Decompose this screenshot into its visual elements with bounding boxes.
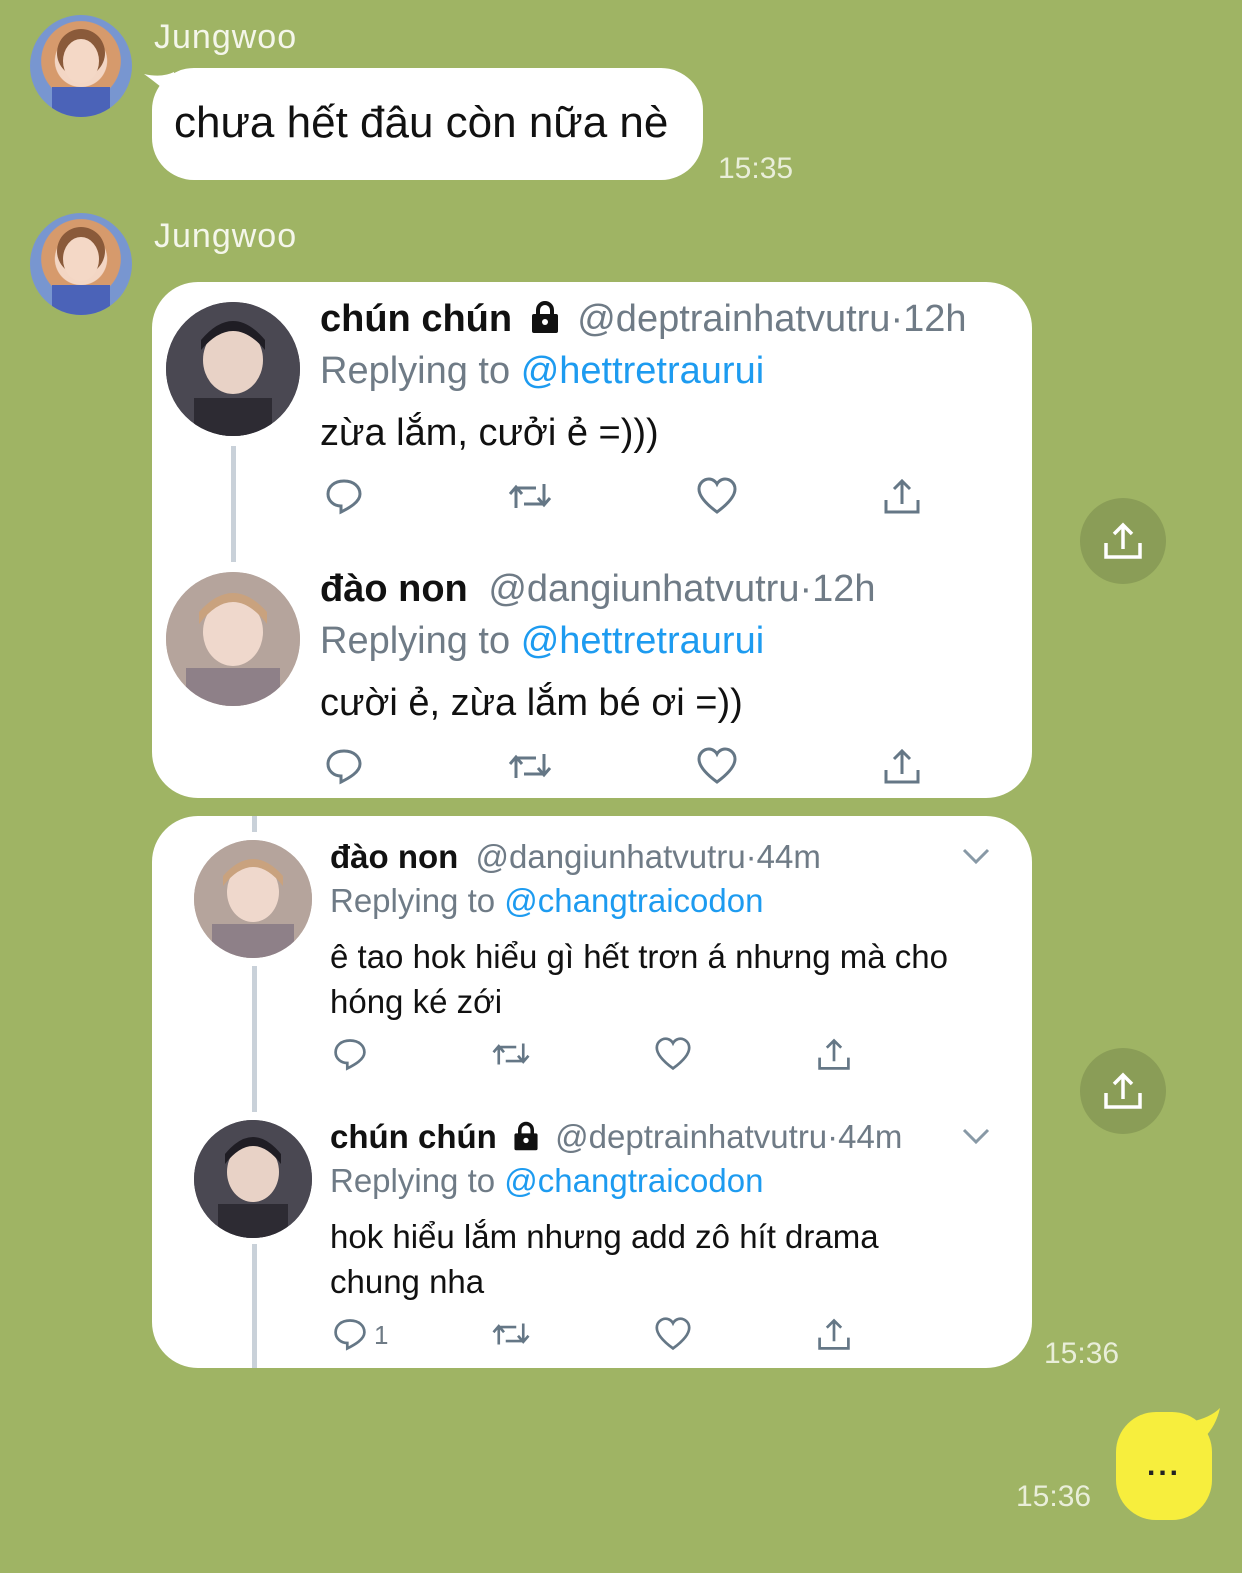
share-icon[interactable] (816, 1036, 852, 1072)
retweet-icon[interactable] (506, 476, 554, 516)
separator: · (827, 1118, 839, 1155)
own-message-bubble[interactable]: ... (1116, 1412, 1212, 1520)
replying-to: Replying to @hettretraurui (320, 350, 764, 393)
message-bubble[interactable]: chưa hết đâu còn nữa nè (152, 68, 703, 180)
tweet-author-name[interactable]: chún chún (320, 298, 512, 340)
replying-label: Replying to (330, 882, 496, 919)
share-icon[interactable] (882, 476, 922, 516)
tweet-header: chún chún @deptrainhatvutru·44m (330, 1118, 902, 1156)
tweet-handle[interactable]: @dangiunhatvutru (488, 568, 799, 610)
lock-icon (510, 1120, 542, 1152)
tweet-author-name[interactable]: đào non (330, 838, 458, 875)
tweet-age: 12h (812, 568, 876, 610)
separator: · (799, 568, 813, 610)
heart-icon[interactable] (696, 476, 738, 516)
thread-line (231, 446, 236, 562)
mention-link[interactable]: @changtraicodon (504, 1162, 763, 1199)
message-timestamp: 15:36 (1016, 1480, 1092, 1513)
share-icon[interactable] (882, 746, 922, 786)
reply-icon[interactable] (324, 476, 364, 516)
tweet-text: cười ẻ, zừa lắm bé ơi =)) (320, 682, 743, 724)
mention-link[interactable]: @hettretraurui (521, 350, 764, 392)
tweet-age: 44m (756, 838, 821, 875)
separator: · (745, 838, 757, 875)
replying-to: Replying to @changtraicodon (330, 882, 763, 920)
tweet-avatar[interactable] (194, 1120, 312, 1238)
tweet-actions (320, 746, 940, 790)
thread-line (252, 1244, 257, 1368)
typing-dots: ... (1146, 1449, 1181, 1482)
share-icon (1101, 519, 1145, 563)
reply-icon[interactable] (332, 1316, 368, 1352)
message-text: chưa hết đâu còn nữa nè (174, 98, 669, 147)
tweet-header: đào non @dangiunhatvutru·44m (330, 838, 821, 876)
tweet-age: 44m (838, 1118, 903, 1155)
heart-icon[interactable] (696, 746, 738, 786)
tweet-handle[interactable]: @deptrainhatvutru (555, 1118, 827, 1155)
tweet-text: ê tao hok hiểu gì hết trơn á nhưng mà ch… (330, 934, 948, 1024)
replying-label: Replying to (320, 350, 511, 392)
tweet-actions: 1 (330, 1316, 870, 1356)
tweet-screenshot-card[interactable]: chún chún @deptrainhatvutru·12h Replying… (152, 282, 1032, 798)
sender-name: Jungwoo (154, 18, 298, 56)
sender-avatar[interactable] (30, 15, 132, 117)
sender-name: Jungwoo (154, 217, 298, 255)
tweet-handle[interactable]: @dangiunhatvutru (475, 838, 745, 875)
retweet-icon[interactable] (490, 1316, 532, 1352)
tweet-text-line: chung nha (330, 1263, 485, 1300)
separator: · (890, 298, 904, 340)
tweet-age: 12h (903, 298, 967, 340)
tweet-handle[interactable]: @deptrainhatvutru (577, 298, 890, 340)
chevron-down-icon[interactable] (960, 1124, 992, 1148)
thread-line (252, 966, 257, 1112)
replying-to: Replying to @hettretraurui (320, 620, 764, 663)
lock-icon (527, 299, 563, 335)
mention-link[interactable]: @hettretraurui (521, 620, 764, 662)
forward-share-button[interactable] (1080, 498, 1166, 584)
sender-avatar[interactable] (30, 213, 132, 315)
tweet-avatar[interactable] (194, 840, 312, 958)
heart-icon[interactable] (654, 1316, 692, 1352)
tweet-screenshot-card[interactable]: đào non @dangiunhatvutru·44m Replying to… (152, 816, 1032, 1368)
heart-icon[interactable] (654, 1036, 692, 1072)
share-icon (1101, 1069, 1145, 1113)
chevron-down-icon[interactable] (960, 844, 992, 868)
message-timestamp: 15:36 (1044, 1337, 1120, 1370)
replying-to: Replying to @changtraicodon (330, 1162, 763, 1200)
reply-count: 1 (374, 1320, 389, 1350)
tweet-text: zừa lắm, cưởi ẻ =))) (320, 412, 659, 454)
tweet-text-line: hóng ké zới (330, 983, 503, 1020)
tweet-actions (320, 476, 940, 520)
tweet-actions (330, 1036, 870, 1076)
thread-line (252, 816, 257, 832)
tweet-text-line: hok hiểu lắm nhưng add zô hít drama (330, 1218, 879, 1255)
retweet-icon[interactable] (506, 746, 554, 786)
replying-label: Replying to (320, 620, 511, 662)
retweet-icon[interactable] (490, 1036, 532, 1072)
share-icon[interactable] (816, 1316, 852, 1352)
tweet-header: đào non @dangiunhatvutru·12h (320, 568, 876, 611)
replying-label: Replying to (330, 1162, 496, 1199)
mention-link[interactable]: @changtraicodon (504, 882, 763, 919)
tweet-avatar[interactable] (166, 572, 300, 706)
tweet-avatar[interactable] (166, 302, 300, 436)
tweet-header: chún chún @deptrainhatvutru·12h (320, 298, 967, 341)
message-timestamp: 15:35 (718, 152, 794, 185)
forward-share-button[interactable] (1080, 1048, 1166, 1134)
tweet-text-line: ê tao hok hiểu gì hết trơn á nhưng mà ch… (330, 938, 948, 975)
reply-icon[interactable] (332, 1036, 368, 1072)
reply-icon[interactable] (324, 746, 364, 786)
tweet-text: hok hiểu lắm nhưng add zô hít drama chun… (330, 1214, 879, 1304)
tweet-author-name[interactable]: chún chún (330, 1118, 497, 1155)
tweet-author-name[interactable]: đào non (320, 568, 468, 610)
